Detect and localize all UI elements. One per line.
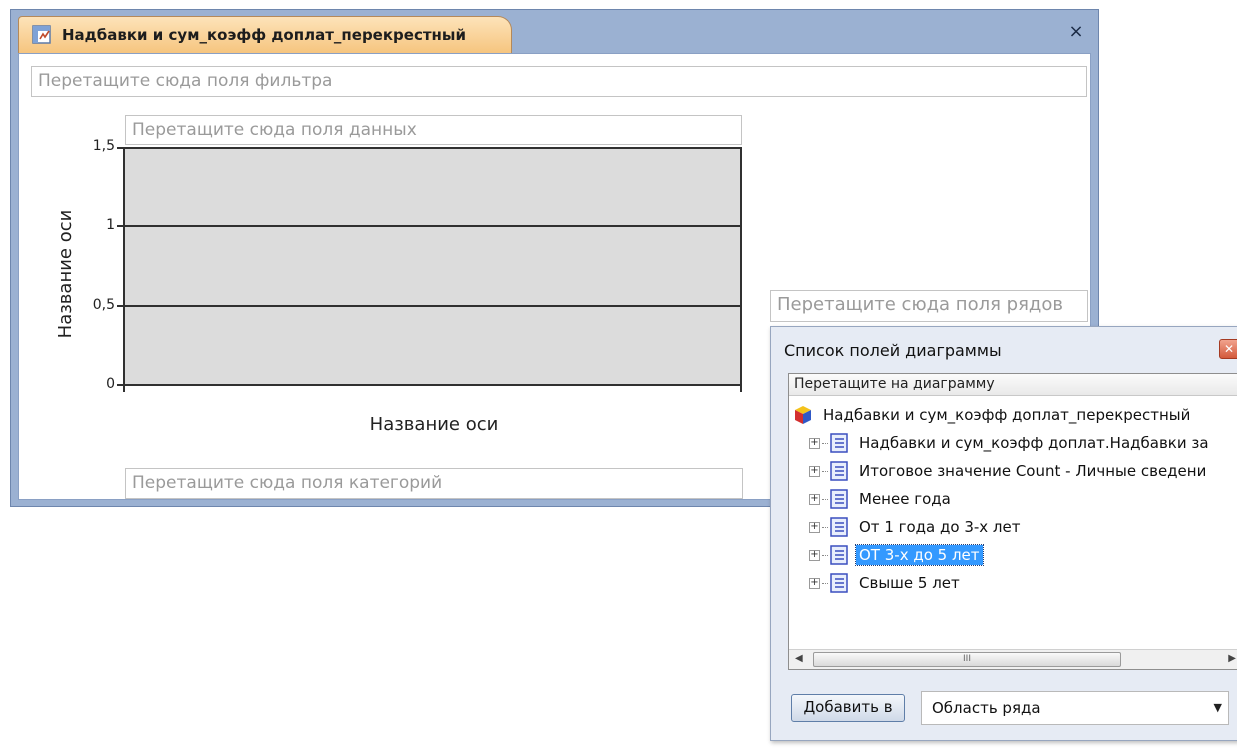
field-icon bbox=[830, 433, 848, 453]
y-tick-label: 0,5 bbox=[92, 297, 115, 313]
close-icon: × bbox=[1068, 21, 1084, 42]
expand-icon[interactable]: + bbox=[809, 521, 820, 533]
tree-connector bbox=[822, 554, 828, 556]
horizontal-scrollbar[interactable]: ◀ III ▶ bbox=[789, 649, 1237, 669]
x-tick-mark bbox=[123, 384, 125, 392]
document-tab-label: Надбавки и сум_коэфф доплат_перекрестный bbox=[62, 26, 466, 44]
x-axis-line bbox=[123, 384, 742, 386]
scroll-left-arrow-icon[interactable]: ◀ bbox=[795, 653, 803, 664]
y-axis-line bbox=[123, 147, 125, 385]
tree-root-query[interactable]: Надбавки и сум_коэфф доплат_перекрестный bbox=[793, 402, 1190, 428]
y-tick-label: 0 bbox=[106, 376, 115, 392]
field-list-title: Список полей диаграммы bbox=[784, 341, 1002, 360]
y-axis-title-text: Название оси bbox=[55, 209, 76, 339]
y-tick-mark bbox=[117, 225, 125, 227]
field-icon bbox=[830, 489, 848, 509]
tree-field-item-selected[interactable]: + ОТ 3-х до 5 лет bbox=[809, 542, 984, 568]
y-axis-title[interactable]: Название оси bbox=[55, 210, 76, 339]
field-list-close-button[interactable]: ✕ bbox=[1219, 339, 1237, 359]
y-tick-mark bbox=[117, 305, 125, 307]
x-axis-title[interactable]: Название оси bbox=[319, 414, 549, 435]
field-label: Итоговое значение Count - Личные сведени bbox=[859, 462, 1207, 480]
pivot-chart-icon bbox=[32, 25, 51, 44]
category-drop-zone[interactable]: Перетащите сюда поля категорий bbox=[125, 468, 743, 499]
tree-connector bbox=[822, 470, 828, 472]
tree-field-item[interactable]: + От 1 года до 3-х лет bbox=[809, 514, 1023, 540]
field-label: ОТ 3-х до 5 лет bbox=[855, 544, 984, 566]
chart-field-list-panel: Список полей диаграммы ✕ Перетащите на д… bbox=[770, 326, 1237, 741]
plot-area[interactable] bbox=[125, 147, 742, 386]
tree-field-item[interactable]: + Менее года bbox=[809, 486, 954, 512]
y-tick-label: 1 bbox=[106, 217, 115, 233]
document-tab[interactable]: Надбавки и сум_коэфф доплат_перекрестный bbox=[18, 16, 512, 53]
close-icon: ✕ bbox=[1224, 342, 1235, 356]
field-label: Свыше 5 лет bbox=[859, 574, 960, 592]
field-label: Менее года bbox=[859, 490, 951, 508]
x-tick-mark bbox=[740, 384, 742, 392]
field-icon bbox=[830, 573, 848, 593]
field-icon bbox=[830, 545, 848, 565]
expand-icon[interactable]: + bbox=[809, 577, 820, 589]
tree-field-item[interactable]: + Свыше 5 лет bbox=[809, 570, 963, 596]
query-cube-icon bbox=[795, 406, 811, 424]
field-tree: Перетащите на диаграмму Надбавки и сум_к… bbox=[788, 373, 1237, 670]
field-icon bbox=[830, 461, 848, 481]
tree-connector bbox=[822, 582, 828, 584]
drag-hint: Перетащите на диаграмму bbox=[789, 374, 1237, 396]
close-button[interactable]: × bbox=[1066, 22, 1086, 42]
field-label: От 1 года до 3-х лет bbox=[859, 518, 1021, 536]
tree-connector bbox=[822, 526, 828, 528]
document-tab-strip: Надбавки и сум_коэфф доплат_перекрестный… bbox=[11, 10, 1098, 53]
filter-drop-zone[interactable]: Перетащите сюда поля фильтра bbox=[31, 66, 1087, 97]
target-area-select[interactable]: Область ряда ▼ bbox=[921, 691, 1229, 725]
tree-connector bbox=[822, 442, 828, 444]
expand-icon[interactable]: + bbox=[809, 493, 820, 505]
target-area-value: Область ряда bbox=[932, 699, 1041, 717]
field-icon bbox=[830, 517, 848, 537]
y-tick-label: 1,5 bbox=[92, 138, 115, 154]
gridline bbox=[125, 225, 740, 227]
add-to-button[interactable]: Добавить в bbox=[791, 694, 905, 722]
expand-icon[interactable]: + bbox=[809, 549, 820, 561]
tree-field-item[interactable]: + Надбавки и сум_коэфф доплат.Надбавки з… bbox=[809, 430, 1212, 456]
scroll-thumb[interactable]: III bbox=[813, 652, 1121, 667]
tree-root-label: Надбавки и сум_коэфф доплат_перекрестный bbox=[823, 406, 1191, 424]
gridline bbox=[125, 305, 740, 307]
data-drop-zone[interactable]: Перетащите сюда поля данных bbox=[125, 115, 742, 145]
chevron-down-icon: ▼ bbox=[1213, 701, 1222, 714]
tree-connector bbox=[822, 498, 828, 500]
scroll-right-arrow-icon[interactable]: ▶ bbox=[1228, 653, 1236, 664]
tree-field-item[interactable]: + Итоговое значение Count - Личные сведе… bbox=[809, 458, 1209, 484]
y-tick-mark bbox=[117, 147, 125, 149]
expand-icon[interactable]: + bbox=[809, 465, 820, 477]
series-drop-zone[interactable]: Перетащите сюда поля рядов bbox=[770, 290, 1088, 322]
scroll-grip-icon: III bbox=[963, 654, 971, 664]
field-list-footer: Добавить в Область ряда ▼ bbox=[771, 683, 1237, 725]
expand-icon[interactable]: + bbox=[809, 437, 820, 449]
field-label: Надбавки и сум_коэфф доплат.Надбавки за bbox=[859, 434, 1209, 452]
